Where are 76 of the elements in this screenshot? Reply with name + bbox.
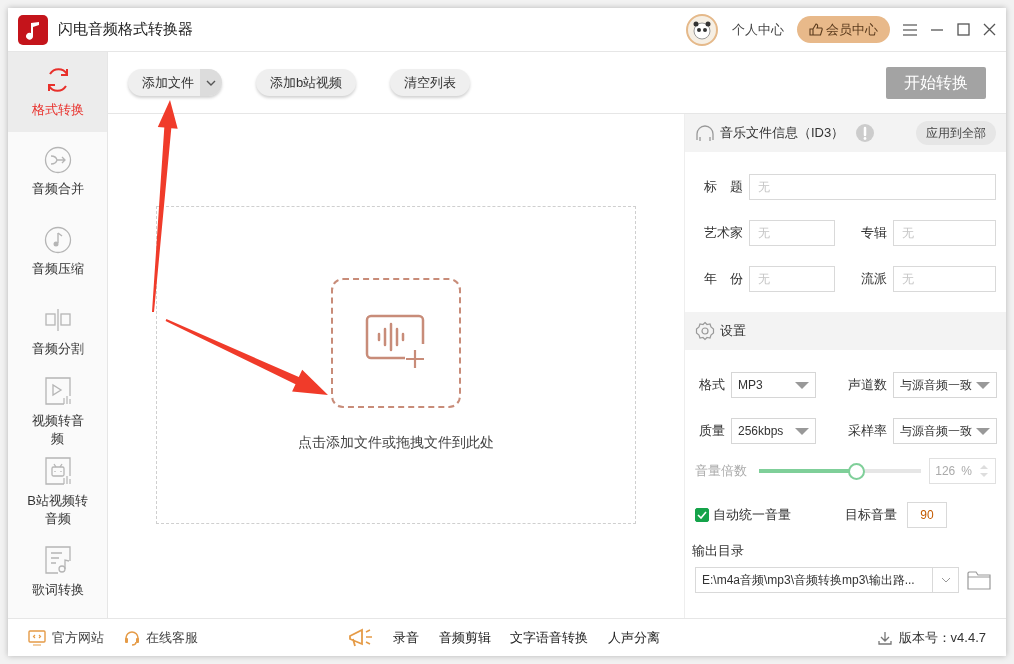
maximize-icon[interactable] bbox=[957, 23, 970, 36]
menu-icon[interactable] bbox=[903, 23, 917, 36]
add-file-dropdown[interactable] bbox=[200, 68, 222, 97]
tv-icon bbox=[43, 456, 72, 487]
settings-icon bbox=[695, 321, 715, 341]
headset-icon bbox=[123, 629, 140, 646]
input-field[interactable]: 无 bbox=[749, 220, 835, 246]
info-icon[interactable] bbox=[855, 124, 874, 142]
vip-center-button[interactable]: 会员中心 bbox=[796, 15, 890, 44]
megaphone-icon bbox=[347, 626, 374, 649]
sidebar-item[interactable]: 歌词转换 bbox=[8, 532, 107, 612]
close-icon[interactable] bbox=[983, 23, 996, 36]
thumbs-up-icon bbox=[808, 23, 823, 36]
caret-icon bbox=[976, 427, 990, 435]
input-field[interactable]: 无 bbox=[893, 266, 996, 292]
sidebar-item[interactable]: 音频压缩 bbox=[8, 212, 107, 292]
footer-link[interactable]: 官方网站 bbox=[28, 627, 104, 648]
spinner-arrows-icon bbox=[978, 463, 990, 479]
setting-label: 质量 bbox=[698, 422, 726, 441]
chevron-down-icon bbox=[940, 577, 951, 583]
download-icon bbox=[878, 630, 893, 645]
input-field[interactable]: 无 bbox=[749, 266, 835, 292]
dropdown-select[interactable]: 256kbps bbox=[731, 418, 816, 444]
target-volume-field[interactable]: 90 bbox=[907, 502, 947, 528]
id3-title: 音乐文件信息（ID3） bbox=[720, 124, 845, 143]
folder-icon[interactable] bbox=[967, 570, 991, 590]
caret-icon bbox=[206, 79, 216, 86]
field-label: 艺术家 bbox=[703, 224, 744, 243]
field-label: 标 题 bbox=[703, 178, 744, 197]
field-label: 流派 bbox=[860, 270, 888, 289]
auto-volume-label: 自动统一音量 bbox=[713, 506, 791, 525]
sidebar-item[interactable]: 视频转音频 bbox=[8, 372, 107, 452]
caret-icon bbox=[976, 381, 990, 389]
sidebar-item[interactable]: 音频合并 bbox=[8, 132, 107, 212]
monitor-icon bbox=[28, 629, 46, 646]
footer-tool-link[interactable]: 文字语音转换 bbox=[510, 627, 588, 648]
auto-volume-checkbox[interactable] bbox=[695, 508, 709, 522]
dropdown-select[interactable]: 与源音频一致 bbox=[893, 418, 997, 444]
footer-tool-link[interactable]: 人声分离 bbox=[607, 627, 660, 648]
output-folder-label: 输出目录 bbox=[691, 543, 744, 558]
version-text: 版本号：v4.4.7 bbox=[898, 628, 986, 647]
field-label: 专辑 bbox=[860, 224, 888, 243]
input-field[interactable]: 无 bbox=[893, 220, 996, 246]
dropdown-select[interactable]: MP3 bbox=[731, 372, 816, 398]
footer-tool-link[interactable]: 音频剪辑 bbox=[438, 627, 491, 648]
window-title: 闪电音频格式转换器 bbox=[58, 19, 193, 40]
add-bilibili-video-button[interactable]: 添加b站视频 bbox=[256, 68, 357, 97]
clear-list-button[interactable]: 清空列表 bbox=[390, 68, 471, 97]
add-audio-button[interactable] bbox=[331, 277, 461, 408]
merge-circle-icon bbox=[43, 146, 72, 175]
field-label: 年 份 bbox=[703, 270, 744, 289]
video-play-icon bbox=[43, 376, 72, 407]
input-field[interactable]: 无 bbox=[749, 174, 996, 200]
sidebar-item[interactable]: 格式转换 bbox=[8, 52, 107, 132]
avatar-icon bbox=[684, 12, 719, 47]
headphones-icon bbox=[695, 124, 715, 142]
setting-label: 格式 bbox=[698, 376, 726, 395]
footer-tool-link[interactable]: 录音 bbox=[393, 627, 419, 648]
footer-link[interactable]: 在线客服 bbox=[123, 627, 198, 648]
settings-title: 设置 bbox=[720, 322, 746, 341]
lyrics-note-icon bbox=[43, 545, 72, 576]
drop-hint-text: 点击添加文件或拖拽文件到此处 bbox=[298, 432, 494, 452]
caret-icon bbox=[795, 427, 809, 435]
target-volume-label: 目标音量 bbox=[845, 506, 897, 525]
sidebar-item[interactable]: 音频分割 bbox=[8, 292, 107, 372]
caret-icon bbox=[795, 381, 809, 389]
setting-label: 声道数 bbox=[847, 376, 888, 395]
apply-to-all-button[interactable]: 应用到全部 bbox=[916, 121, 996, 145]
output-path-select[interactable]: E:\m4a音频\mp3\音频转换mp3\输出路... bbox=[695, 567, 959, 593]
dropdown-select[interactable]: 与源音频一致 bbox=[893, 372, 997, 398]
sidebar-item[interactable]: B站视频转音频 bbox=[8, 452, 107, 532]
app-logo-icon bbox=[18, 14, 48, 45]
music-note-circle-icon bbox=[43, 226, 72, 255]
volume-multiplier-label: 音量倍数 bbox=[695, 462, 747, 481]
user-center-link[interactable]: 个人中心 bbox=[731, 19, 784, 40]
setting-label: 采样率 bbox=[847, 422, 888, 441]
